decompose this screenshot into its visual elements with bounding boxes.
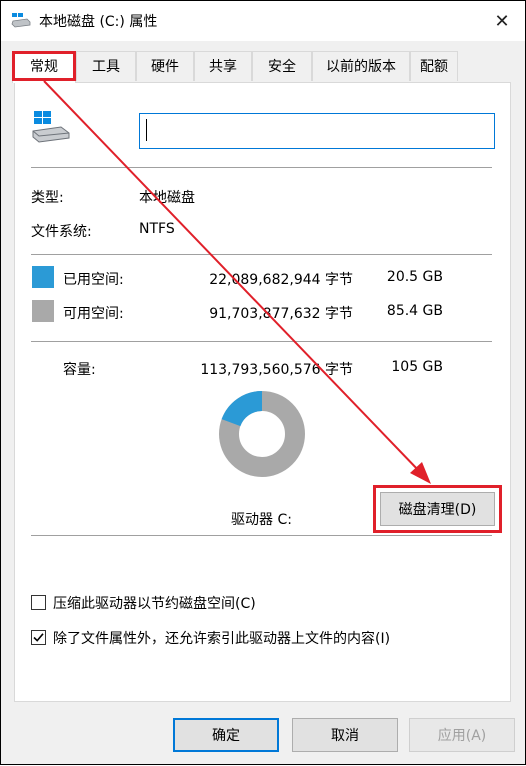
filesystem-label: 文件系统: [31,224,92,240]
tab-strip: 常规 工具 硬件 共享 安全 以前的版本 配额 [12,51,482,83]
capacity-label: 容量: [63,362,96,378]
free-space-label: 可用空间: [63,306,124,322]
window-title: 本地磁盘 (C:) 属性 [39,14,158,30]
compress-checkbox-label[interactable]: 压缩此驱动器以节约磁盘空间(C) [53,593,256,613]
disk-cleanup-button[interactable]: 磁盘清理(D) [380,492,495,526]
divider [31,167,492,168]
tab-sharing[interactable]: 共享 [194,51,252,81]
divider [31,254,492,255]
drive-icon [11,13,31,28]
index-checkbox-label[interactable]: 除了文件属性外，还允许索引此驱动器上文件的内容(I) [53,628,390,648]
type-label: 类型: [31,190,64,206]
used-space-bytes: 22,089,682,944 字节 [209,272,353,288]
capacity-size: 105 GB [391,359,443,375]
free-space-size: 85.4 GB [386,303,443,319]
tab-hardware[interactable]: 硬件 [136,51,194,81]
title-bar[interactable]: 本地磁盘 (C:) 属性 ✕ [1,1,525,41]
used-space-arc [221,391,263,427]
compress-checkbox[interactable] [31,595,46,610]
used-space-swatch [32,266,54,288]
used-space-size: 20.5 GB [386,269,443,285]
divider [31,341,492,342]
tab-tools[interactable]: 工具 [76,51,136,81]
free-space-bytes: 91,703,877,632 字节 [209,306,353,322]
text-caret [146,119,147,141]
apply-button[interactable]: 应用(A) [409,718,515,752]
tab-general[interactable]: 常规 [12,51,76,83]
divider [31,535,492,536]
index-checkbox[interactable] [31,630,46,645]
used-space-label: 已用空间: [63,272,124,288]
filesystem-value: NTFS [139,221,175,237]
type-value: 本地磁盘 [139,190,195,206]
tab-quota[interactable]: 配额 [410,51,458,81]
properties-window: 本地磁盘 (C:) 属性 ✕ 常规 工具 硬件 共享 安全 以前的版本 配额 类… [0,0,526,765]
close-icon: ✕ [494,10,510,32]
drive-name-input[interactable] [139,113,495,149]
tab-security[interactable]: 安全 [252,51,312,81]
capacity-bytes: 113,793,560,576 字节 [200,362,353,378]
drive-letter-label: 驱动器 C: [231,512,292,528]
ok-button[interactable]: 确定 [173,718,279,752]
cancel-button[interactable]: 取消 [292,718,398,752]
disk-usage-donut [219,391,305,477]
close-button[interactable]: ✕ [479,1,525,41]
checkmark-icon [33,633,44,642]
free-space-swatch [32,300,54,322]
tab-previous-versions[interactable]: 以前的版本 [312,51,410,81]
hard-drive-icon [32,111,70,143]
